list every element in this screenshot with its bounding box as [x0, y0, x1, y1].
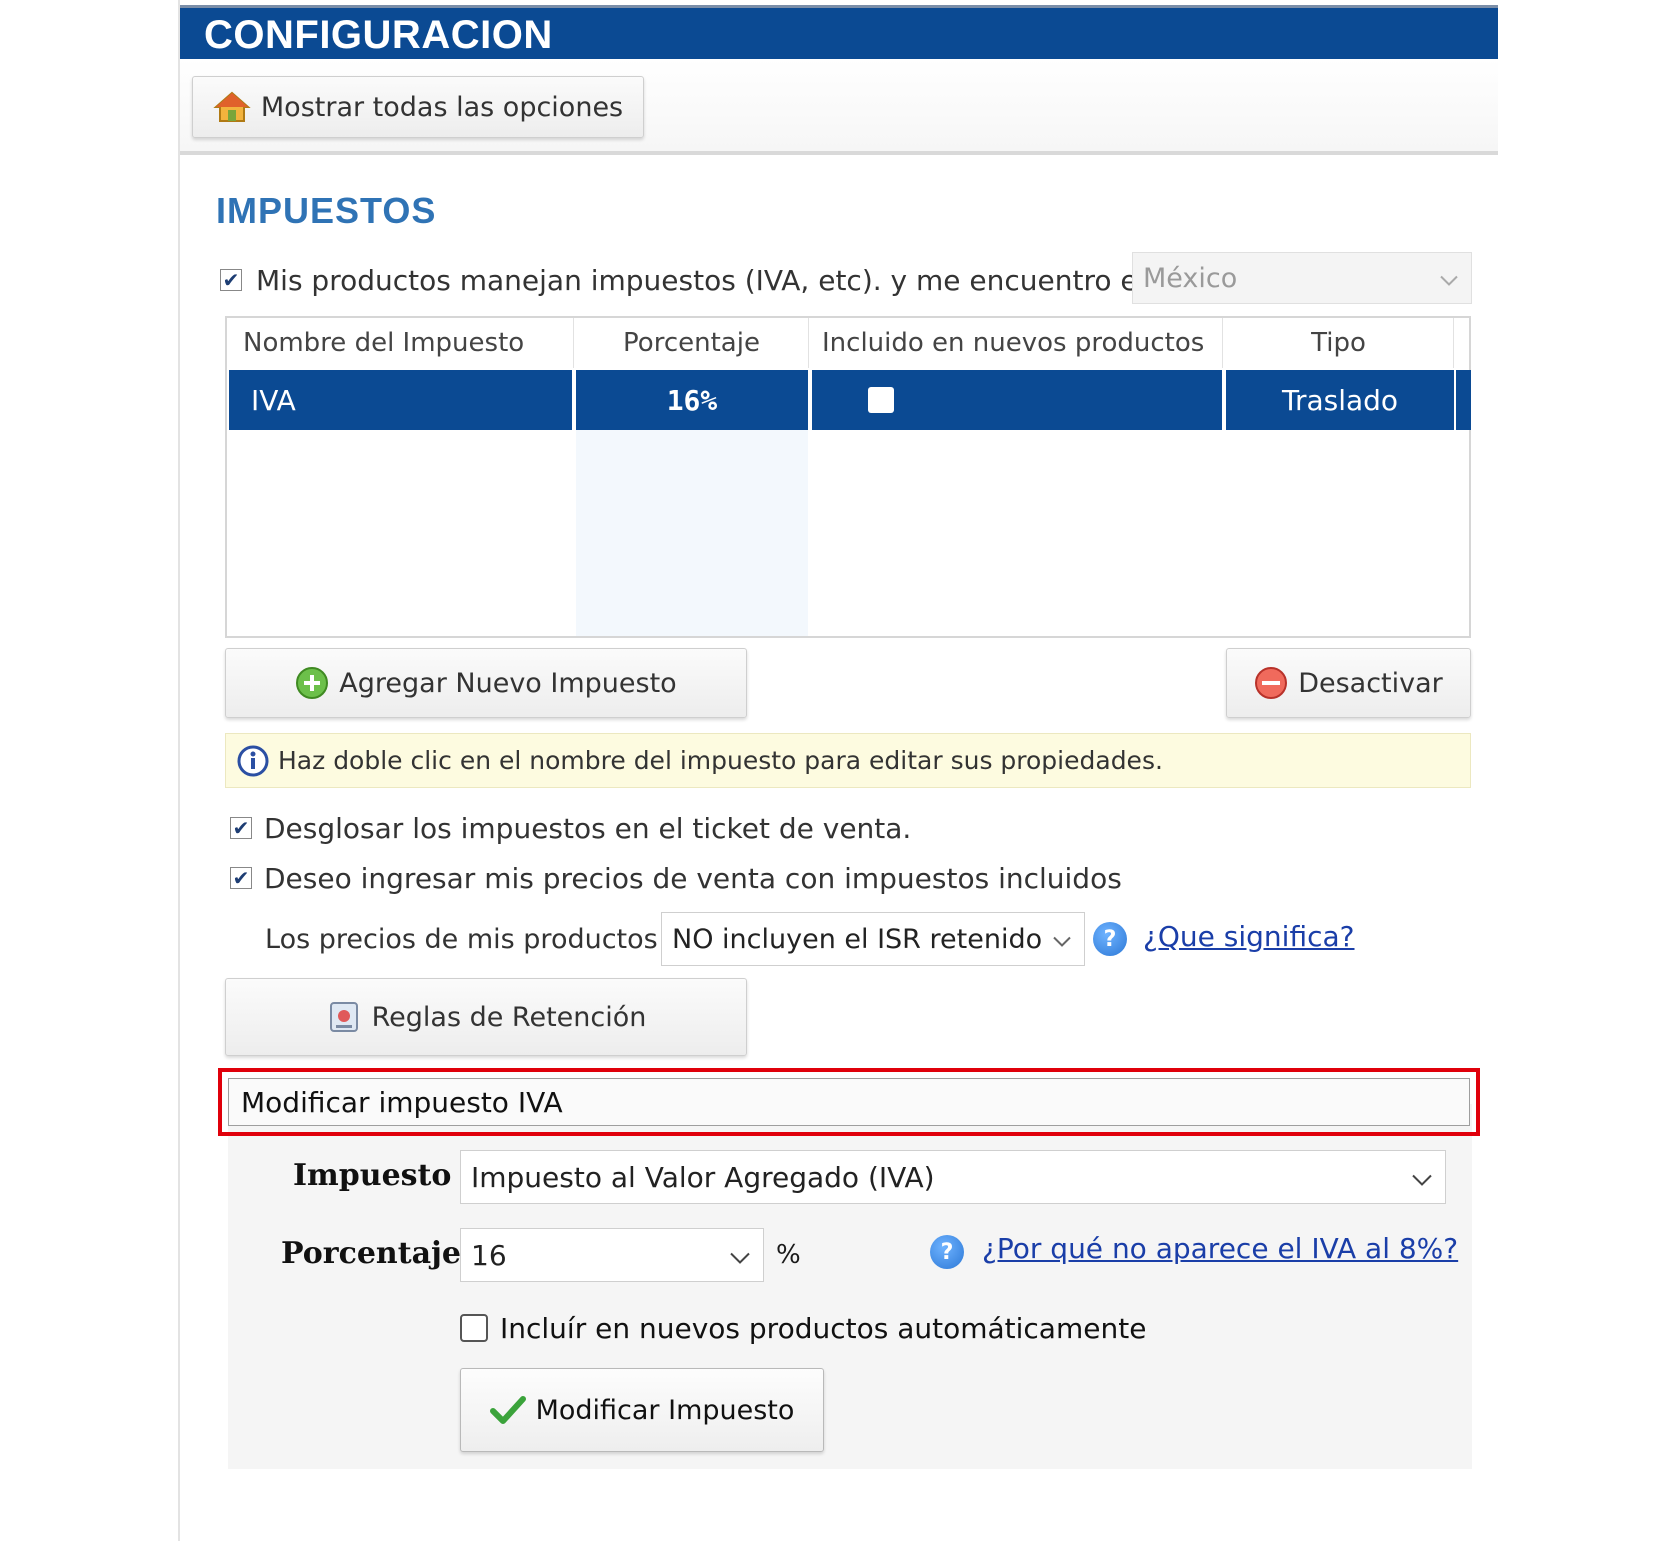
- col-header-percent[interactable]: Porcentaje: [575, 318, 809, 368]
- window-title: CONFIGURACION: [180, 5, 1498, 59]
- auto-include-checkbox[interactable]: [460, 1314, 488, 1342]
- info-bar: Haz doble clic en el nombre del impuesto…: [225, 733, 1471, 788]
- info-icon: [236, 744, 270, 778]
- checkmark-icon: [489, 1395, 526, 1425]
- col-header-included[interactable]: Incluido en nuevos productos: [810, 318, 1223, 368]
- show-all-options-button[interactable]: Mostrar todas las opciones: [192, 76, 644, 138]
- chevron-down-icon: [1411, 1161, 1433, 1194]
- retention-rules-label: Reglas de Retención: [371, 1001, 647, 1033]
- minus-circle-icon: [1254, 666, 1288, 700]
- country-select-value: México: [1143, 262, 1238, 294]
- rules-icon: [326, 999, 362, 1035]
- taxes-checkbox[interactable]: ✔: [220, 269, 242, 291]
- prices-include-label: Deseo ingresar mis precios de venta con …: [264, 861, 1122, 895]
- col-header-name[interactable]: Nombre del Impuesto: [227, 318, 574, 368]
- row-percent-cell[interactable]: 16%: [576, 370, 808, 430]
- prices-include-row: ✔ Deseo ingresar mis precios de venta co…: [230, 858, 1122, 898]
- isr-help-link[interactable]: ¿Que significa?: [1143, 920, 1355, 953]
- section-title: IMPUESTOS: [216, 190, 437, 231]
- taxes-toggle-row: ✔ Mis productos manejan impuestos (IVA, …: [220, 262, 1165, 298]
- isr-label: Los precios de mis productos: [265, 923, 658, 955]
- plus-circle-icon: [295, 666, 329, 700]
- add-tax-button[interactable]: Agregar Nuevo Impuesto: [225, 648, 747, 718]
- breakdown-label: Desglosar los impuestos en el ticket de …: [264, 811, 912, 845]
- help-icon[interactable]: ?: [1093, 922, 1127, 956]
- tax-select-value: Impuesto al Valor Agregado (IVA): [471, 1160, 935, 1194]
- modify-tax-button[interactable]: Modificar Impuesto: [460, 1368, 824, 1452]
- percent-select-value: 16: [471, 1238, 507, 1272]
- show-all-options-label: Mostrar todas las opciones: [260, 91, 624, 123]
- retention-rules-button[interactable]: Reglas de Retención: [225, 978, 747, 1056]
- isr-select[interactable]: NO incluyen el ISR retenido: [661, 912, 1085, 966]
- row-included-cell[interactable]: [812, 370, 1222, 430]
- modify-tax-label: Modificar Impuesto: [535, 1394, 795, 1426]
- row-name-cell[interactable]: IVA: [229, 370, 572, 430]
- row-type-cell[interactable]: Traslado: [1226, 370, 1454, 430]
- auto-include-row: Incluír en nuevos productos automáticame…: [460, 1308, 1146, 1348]
- col-header-type[interactable]: Tipo: [1224, 318, 1454, 368]
- auto-include-label: Incluír en nuevos productos automáticame…: [500, 1311, 1147, 1345]
- help-icon[interactable]: ?: [930, 1235, 964, 1269]
- breakdown-row: ✔ Desglosar los impuestos en el ticket d…: [230, 808, 911, 848]
- breakdown-checkbox[interactable]: ✔: [230, 817, 252, 839]
- percent-column-shade: [576, 430, 808, 636]
- row-included-checkbox[interactable]: [868, 387, 894, 413]
- iva-8-help-link[interactable]: ¿Por qué no aparece el IVA al 8%?: [982, 1232, 1458, 1265]
- taxes-toggle-label: Mis productos manejan impuestos (IVA, et…: [256, 263, 1165, 297]
- country-select[interactable]: México: [1132, 252, 1472, 304]
- tax-label: Impuesto: [293, 1158, 452, 1193]
- percent-label: Porcentaje: [281, 1236, 461, 1271]
- info-text: Haz doble clic en el nombre del impuesto…: [278, 746, 1163, 775]
- tax-select[interactable]: Impuesto al Valor Agregado (IVA): [460, 1150, 1446, 1204]
- chevron-down-icon: [729, 1239, 751, 1272]
- home-icon: [213, 90, 251, 124]
- taxes-grid: Nombre del Impuesto Porcentaje Incluido …: [225, 316, 1471, 638]
- deactivate-label: Desactivar: [1298, 667, 1443, 699]
- deactivate-button[interactable]: Desactivar: [1226, 648, 1471, 718]
- prices-include-checkbox[interactable]: ✔: [230, 867, 252, 889]
- row-end-cell: [1456, 370, 1471, 430]
- add-tax-label: Agregar Nuevo Impuesto: [339, 667, 677, 699]
- highlight-box: [218, 1068, 1480, 1136]
- percent-unit: %: [776, 1240, 801, 1270]
- isr-select-value: NO incluyen el ISR retenido: [672, 923, 1043, 955]
- chevron-down-icon: [1052, 924, 1072, 955]
- chevron-down-icon: [1439, 263, 1459, 294]
- percent-select[interactable]: 16: [460, 1228, 764, 1282]
